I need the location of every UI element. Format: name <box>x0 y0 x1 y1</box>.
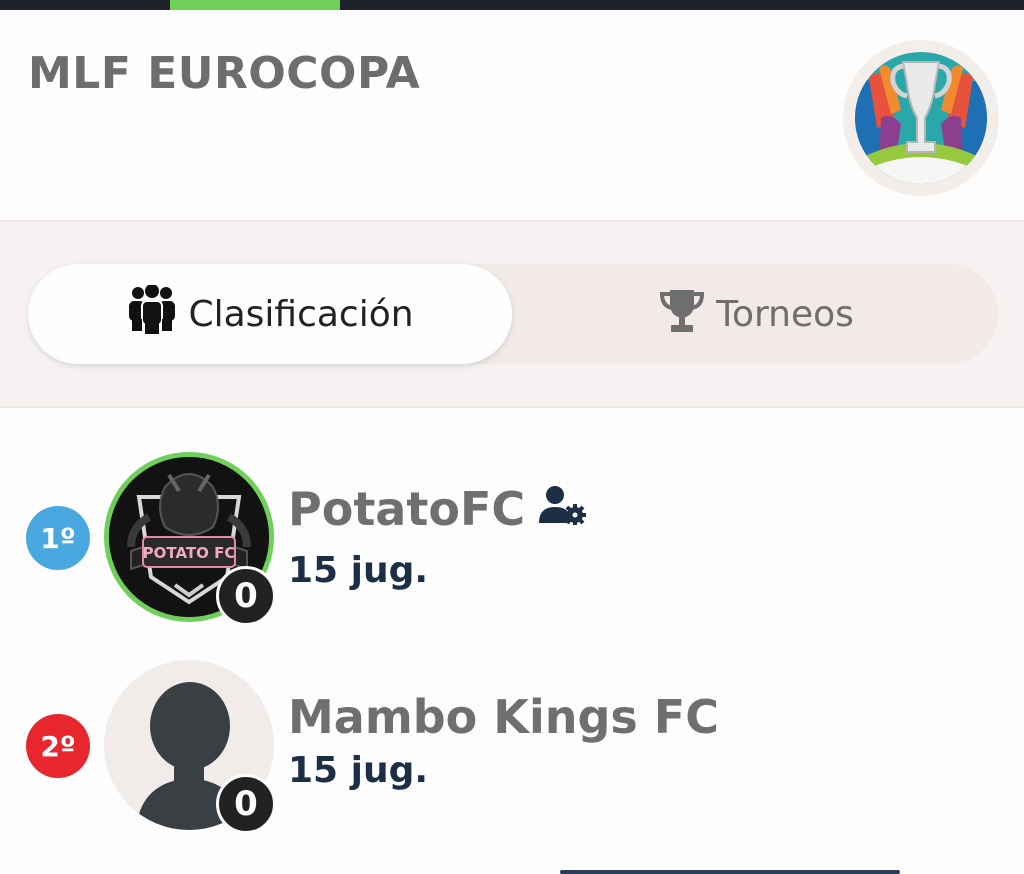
rank-badge: 1º <box>26 506 90 570</box>
team-name: PotatoFC <box>288 482 526 536</box>
league-header: MLF EUROCOPA <box>0 10 1024 222</box>
tab-torneos[interactable]: Torneos <box>514 264 998 364</box>
tab-torneos-label: Torneos <box>716 293 854 335</box>
user-gear-icon[interactable] <box>539 482 587 536</box>
standings-row[interactable]: 1º POTATO FC 0 PotatoFC 15 jug. <box>0 452 1024 642</box>
crest-text: POTATO FC <box>143 544 236 562</box>
group-users-icon <box>126 283 178 344</box>
team-name-row: PotatoFC <box>288 482 587 536</box>
active-section-indicator <box>170 0 340 10</box>
team-name: Mambo Kings FC <box>288 690 719 744</box>
tab-switcher: Clasificación Torneos <box>28 264 998 364</box>
top-status-bar <box>0 0 1024 10</box>
team-avatar[interactable]: POTATO FC 0 <box>104 452 276 626</box>
score-badge: 0 <box>216 774 276 834</box>
bottom-nav-edge <box>560 870 900 874</box>
tab-clasificacion[interactable]: Clasificación <box>28 264 512 364</box>
tabs-area: Clasificación Torneos <box>0 222 1024 408</box>
players-count: 15 jug. <box>288 750 429 791</box>
euro-trophy-logo-icon[interactable] <box>843 40 999 196</box>
trophy-icon <box>658 286 706 343</box>
league-title: MLF EUROCOPA <box>28 48 421 99</box>
tab-clasificacion-label: Clasificación <box>188 293 414 335</box>
rank-badge: 2º <box>26 714 90 778</box>
score-badge: 0 <box>216 566 276 626</box>
standings-row[interactable]: 2º 0 Mambo Kings FC 15 jug. <box>0 660 1024 850</box>
team-avatar[interactable]: 0 <box>104 660 276 834</box>
players-count: 15 jug. <box>288 550 429 591</box>
standings-list: 1º POTATO FC 0 PotatoFC 15 jug. 2º 0 Mam… <box>0 408 1024 874</box>
